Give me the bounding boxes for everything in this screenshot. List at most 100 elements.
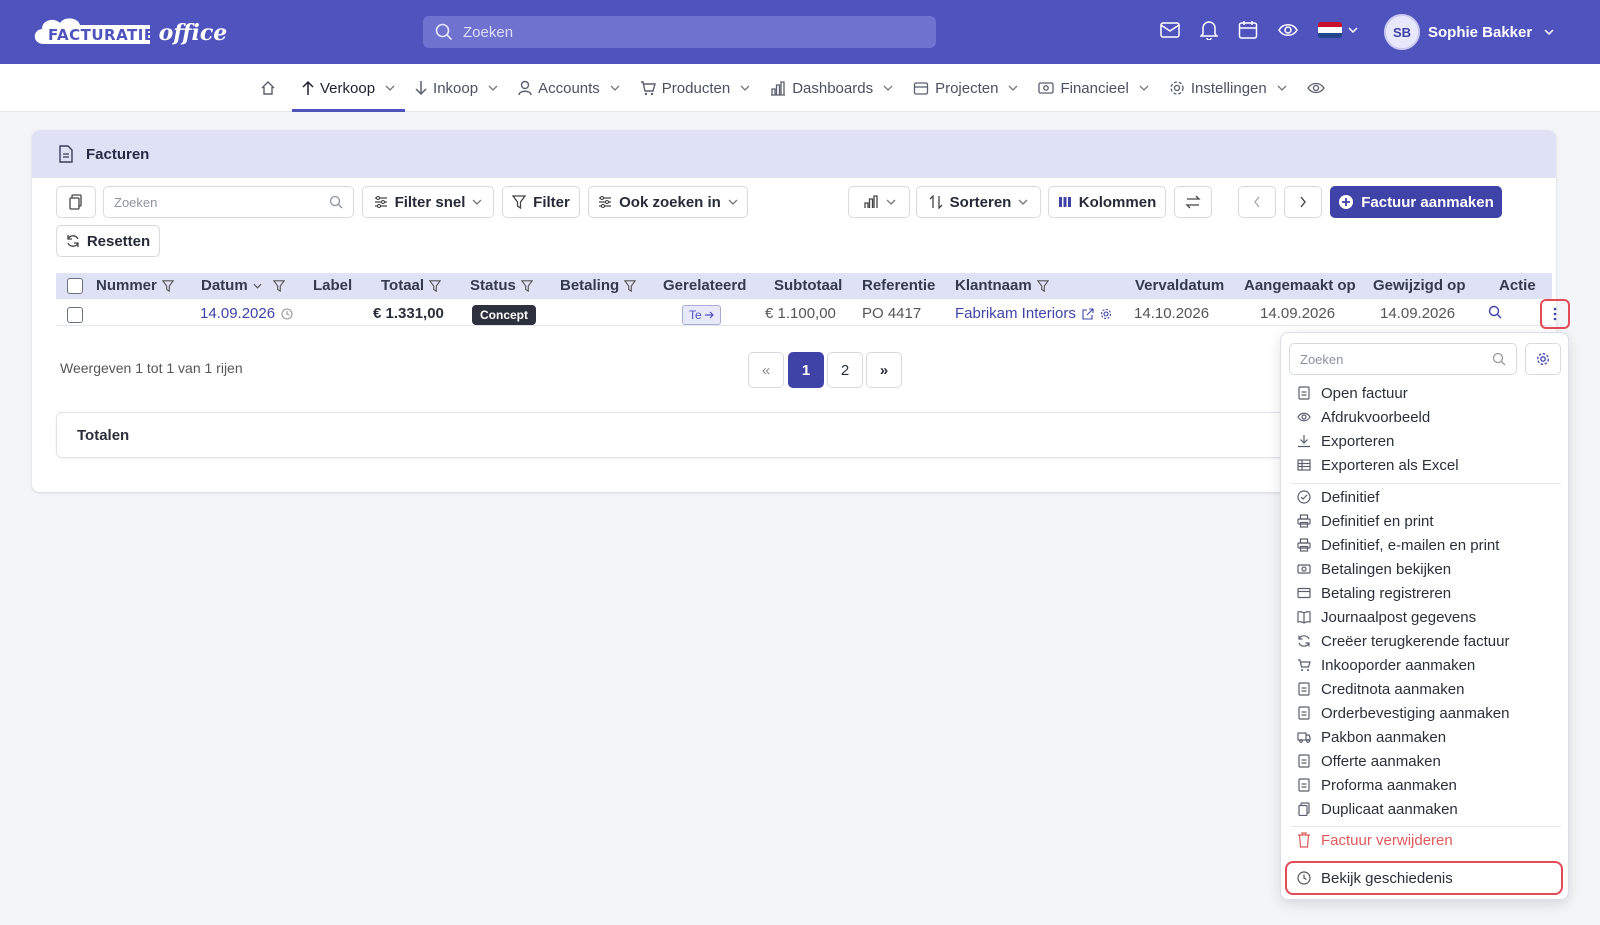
menu-item-export-excel[interactable]: Exporteren als Excel [1297,454,1459,476]
nav-home[interactable] [250,64,286,112]
order-confirmation-icon [1298,706,1310,720]
col-aangemaakt[interactable]: Aangemaakt op [1244,277,1356,294]
menu-item-journal-entry[interactable]: Journaalpost gegevens [1297,606,1476,628]
menu-item-quote[interactable]: Offerte aanmaken [1297,750,1441,772]
page-2-button[interactable]: 2 [827,352,863,388]
global-search-input[interactable]: Zoeken [423,16,936,48]
bell-icon[interactable] [1200,20,1218,40]
funnel-icon[interactable] [624,279,637,292]
menu-item-credit-note[interactable]: Creditnota aanmaken [1297,678,1464,700]
menu-item-label: Creditnota aanmaken [1321,680,1465,698]
nav-label: Inkoop [433,79,479,97]
menu-item-export[interactable]: Exporteren [1297,430,1394,452]
create-invoice-button[interactable]: Factuur aanmaken [1330,186,1502,218]
reset-button[interactable]: Resetten [56,225,160,257]
mail-icon[interactable] [1160,22,1180,38]
col-status[interactable]: Status [470,277,533,294]
menu-search-input[interactable]: Zoeken [1289,343,1517,375]
select-all-checkbox[interactable] [67,278,83,294]
menu-divider [1291,483,1561,484]
eye-icon[interactable] [1278,22,1298,38]
nav-financieel[interactable]: Financieel [1028,64,1158,112]
page-next-button[interactable]: » [866,352,902,388]
menu-item-view-payments[interactable]: Betalingen bekijken [1297,558,1451,580]
menu-settings-button[interactable] [1525,343,1561,375]
cell-status: Concept [472,305,536,325]
col-label: Actie [1499,277,1536,294]
table-search-input[interactable]: Zoeken [103,186,354,218]
nav-preview[interactable] [1297,64,1335,112]
nav-verkoop[interactable]: Verkoop [292,64,406,112]
menu-item-open[interactable]: Open factuur [1297,382,1408,404]
reset-label: Resetten [86,232,151,250]
col-vervaldatum[interactable]: Vervaldatum [1135,277,1224,294]
funnel-icon[interactable] [161,279,174,292]
col-nummer[interactable]: Nummer [96,277,174,294]
menu-item-register-payment[interactable]: Betaling registreren [1297,582,1451,604]
col-referentie[interactable]: Referentie [862,277,935,294]
nav-accounts[interactable]: Accounts [508,64,630,112]
col-subtotaal[interactable]: Subtotaal [774,277,842,294]
nav-projecten[interactable]: Projecten [903,64,1028,112]
menu-item-recurring-invoice[interactable]: Creëer terugkerende factuur [1297,630,1509,652]
nav-instellingen[interactable]: Instellingen [1159,64,1297,112]
search-icon[interactable] [1488,305,1502,319]
row-actions-button[interactable] [1540,299,1570,329]
cell-klantnaam[interactable]: Fabrikam Interiors [955,305,1112,322]
copy-button[interactable] [56,186,96,218]
menu-item-label: Afdrukvoorbeeld [1321,408,1431,426]
menu-item-purchase-order[interactable]: Inkooporder aanmaken [1297,654,1475,676]
menu-item-proforma[interactable]: Proforma aanmaken [1297,774,1457,796]
menu-item-definitief-email-print[interactable]: Definitief, e-mailen en print [1297,534,1499,556]
external-link-icon[interactable] [1082,307,1094,320]
prev-button[interactable] [1238,186,1276,218]
row-checkbox[interactable] [67,307,83,323]
cell-gewijzigd: 14.09.2026 [1380,305,1456,322]
cell-gerelateerd[interactable]: Te [682,305,721,325]
cell-datum[interactable]: 14.09.2026 [200,305,293,322]
search-placeholder: Zoeken [114,194,158,210]
filter-snel-button[interactable]: Filter snel [362,186,494,218]
funnel-icon[interactable] [429,279,442,292]
sorteren-button[interactable]: Sorteren [916,186,1041,218]
language-selector[interactable] [1318,22,1358,38]
col-label[interactable]: Label [313,277,352,294]
col-totaal[interactable]: Totaal [381,277,442,294]
funnel-icon[interactable] [272,279,285,292]
nav-label: Financieel [1060,79,1129,97]
col-datum[interactable]: Datum [201,277,285,294]
menu-item-history[interactable]: Bekijk geschiedenis [1297,867,1453,889]
logo-text-script: office [158,20,228,46]
menu-item-definitief[interactable]: Definitief [1297,486,1379,508]
nav-dashboards[interactable]: Dashboards [760,64,903,112]
nav-inkoop[interactable]: Inkoop [405,64,508,112]
next-button[interactable] [1284,186,1322,218]
col-betaling[interactable]: Betaling [560,277,637,294]
menu-item-print-preview[interactable]: Afdrukvoorbeeld [1297,406,1430,428]
page-first-button[interactable]: « [748,352,784,388]
menu-item-packing-slip[interactable]: Pakbon aanmaken [1297,726,1446,748]
gear-icon[interactable] [1100,308,1112,320]
nav-producten[interactable]: Producten [630,64,760,112]
filter-button[interactable]: Filter [502,186,580,218]
swap-button[interactable] [1174,186,1212,218]
top-icon-bar [1160,20,1358,40]
calendar-icon[interactable] [1238,20,1258,40]
col-klantnaam[interactable]: Klantnaam [955,277,1049,294]
user-menu[interactable]: SB Sophie Bakker [1384,14,1554,50]
ook-zoeken-button[interactable]: Ook zoeken in [588,186,748,218]
related-link[interactable]: Te [682,305,721,325]
arrow-down-icon [415,81,427,96]
menu-item-duplicate[interactable]: Duplicaat aanmaken [1297,798,1458,820]
page-1-button[interactable]: 1 [788,352,824,388]
col-gewijzigd[interactable]: Gewijzigd op [1373,277,1466,294]
app-logo[interactable]: FACTURATIE office [30,12,227,52]
kolommen-button[interactable]: Kolommen [1048,186,1166,218]
menu-item-delete[interactable]: Factuur verwijderen [1297,829,1453,851]
chart-button[interactable] [848,186,910,218]
funnel-icon[interactable] [1036,279,1049,292]
col-gerelateerd[interactable]: Gerelateerd [663,277,746,294]
menu-item-definitief-print[interactable]: Definitief en print [1297,510,1434,532]
menu-item-order-confirmation[interactable]: Orderbevestiging aanmaken [1297,702,1509,724]
funnel-icon[interactable] [520,279,533,292]
